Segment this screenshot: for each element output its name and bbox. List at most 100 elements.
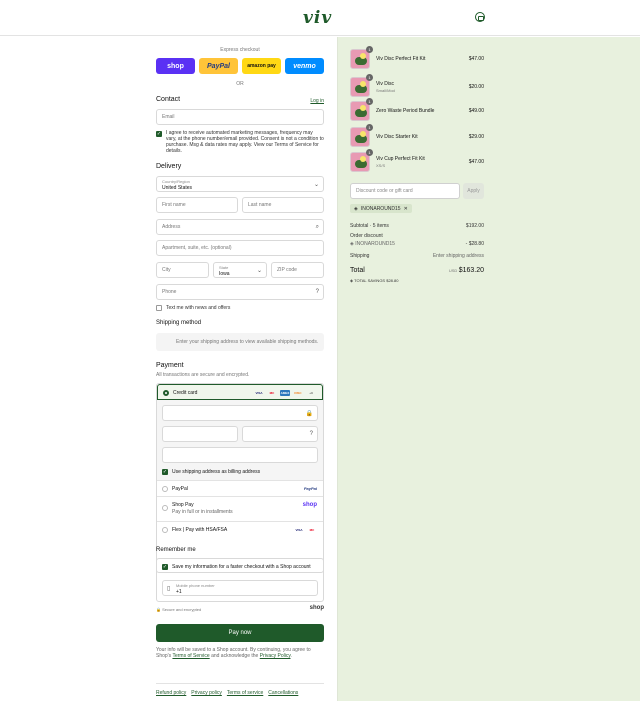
venmo-button[interactable]: venmo [285, 58, 324, 74]
legal-text: Your info will be saved to a Shop accoun… [156, 647, 324, 659]
phone-icon: ▯ [167, 586, 171, 592]
total-label: Total [350, 267, 365, 274]
flex-option[interactable]: Flex | Pay with HSA/FSA VISA MC [157, 521, 323, 537]
amazon-pay-button[interactable]: amazon pay [242, 58, 281, 74]
or-divider: OR [236, 81, 244, 87]
credit-card-option[interactable]: Credit card VISA MC AMEX DISC +3 [157, 384, 323, 400]
first-name-placeholder: First name [162, 202, 186, 208]
refund-policy-link[interactable]: Refund policy [156, 690, 186, 696]
line-item: 1 Viv Disc Starter Kit $29.00 [350, 124, 484, 149]
flex-label: Flex | Pay with HSA/FSA [172, 527, 228, 533]
shop-pay-label: Shop Pay [172, 502, 194, 508]
expiration-field[interactable] [162, 426, 238, 442]
total-value: $163.20 [458, 267, 484, 274]
country-select[interactable]: Country/Region United States ⌄ [156, 176, 324, 192]
legal-suffix: . [290, 653, 292, 659]
credit-card-label: Credit card [173, 390, 198, 396]
product-name: Viv Cup Perfect Fit Kit [376, 156, 425, 162]
terms-of-service-link[interactable]: Terms of Service [172, 653, 209, 659]
viv-logo[interactable]: viv [303, 8, 332, 28]
flex-radio[interactable] [162, 527, 168, 533]
paypal-option[interactable]: PayPal PayPal [157, 480, 323, 496]
product-variant: XS/S [376, 163, 386, 168]
visa-icon: VISA [255, 391, 263, 395]
mastercard-icon: MC [309, 528, 315, 532]
privacy-policy-footer-link[interactable]: Privacy policy [191, 690, 222, 696]
privacy-policy-link[interactable]: Privacy Policy [260, 653, 291, 659]
shipping-value: Enter shipping address [432, 253, 484, 259]
city-placeholder: City [162, 267, 171, 273]
order-discount-code: INONAROUND15 [355, 241, 395, 247]
paypal-label: PayPal [172, 486, 188, 492]
quantity-badge: 1 [366, 149, 373, 156]
discount-chip: ◈ INONAROUND15 ✕ [350, 204, 412, 213]
email-field[interactable]: Email [156, 109, 324, 125]
login-link[interactable]: Log in [310, 98, 324, 104]
last-name-field[interactable]: Last name [242, 197, 324, 213]
apartment-field[interactable]: Apartment, suite, etc. (optional) [156, 240, 324, 256]
card-number-field[interactable]: 🔒 [162, 405, 318, 421]
city-field[interactable]: City [156, 262, 209, 278]
marketing-consent-checkbox[interactable]: ✓ [156, 131, 162, 137]
text-me-checkbox[interactable] [156, 305, 162, 311]
line-item: 1 Viv Cup Perfect Fit Kit XS/S $47.00 [350, 149, 484, 174]
credit-card-form: 🔒 ? ✓ Use shipping address as billing ad… [157, 400, 323, 480]
shop-pay-option[interactable]: Shop Pay Pay in full or in installments … [157, 496, 323, 521]
currency-code: USD [448, 268, 458, 273]
express-wallets: shop PayPal amazon pay venmo [156, 58, 324, 74]
total-amount: USD $163.20 [449, 267, 484, 274]
address-field[interactable]: Address ⌕ [156, 219, 324, 235]
cancellations-link[interactable]: Cancellations [268, 690, 298, 696]
payment-subtitle: All transactions are secure and encrypte… [156, 372, 250, 378]
text-me-label: Text me with news and offers [166, 305, 231, 311]
shop-pay-radio[interactable] [162, 505, 168, 511]
security-code-field[interactable]: ? [242, 426, 318, 442]
header: viv [0, 0, 640, 36]
discount-chip-code: INONAROUND15 [360, 205, 401, 212]
mobile-phone-value: +1 [176, 589, 182, 595]
terms-of-service-footer-link[interactable]: Terms of service [227, 690, 263, 696]
discount-code-input[interactable]: Discount code or gift card [350, 183, 460, 199]
remember-me-title: Remember me [156, 547, 196, 553]
product-name: Viv Disc Starter Kit [376, 134, 418, 140]
credit-card-radio[interactable] [163, 390, 169, 396]
total-savings-label: TOTAL SAVINGS [354, 278, 386, 283]
paypal-button[interactable]: PayPal [199, 58, 238, 74]
mastercard-icon: MC [269, 391, 275, 395]
order-summary: 1 Viv Disc Perfect Fit Kit $47.00 1 Viv … [337, 37, 640, 701]
mobile-phone-label: Mobile phone number [176, 583, 215, 588]
mobile-phone-field[interactable]: ▯ Mobile phone number +1 [162, 580, 318, 596]
visa-icon: VISA [295, 528, 303, 532]
country-value: United States [162, 185, 193, 191]
first-name-field[interactable]: First name [156, 197, 238, 213]
quantity-badge: 1 [366, 46, 373, 53]
zip-field[interactable]: ZIP code [271, 262, 324, 278]
shipping-label: Shipping [350, 253, 370, 259]
delivery-title: Delivery [156, 163, 182, 170]
paypal-radio[interactable] [162, 486, 168, 492]
shop-pay-button[interactable]: shop [156, 58, 195, 74]
apartment-placeholder: Apartment, suite, etc. (optional) [162, 245, 232, 251]
help-icon[interactable]: ? [316, 289, 319, 295]
billing-same-label: Use shipping address as billing address [172, 469, 261, 475]
product-price: $47.00 [468, 159, 484, 165]
shipping-note: Enter your shipping address to view avai… [176, 339, 319, 345]
quantity-badge: 1 [366, 124, 373, 131]
flex-card-brands: VISA MC [294, 527, 317, 533]
save-info-checkbox[interactable]: ✓ [162, 564, 168, 570]
shipping-method-placeholder: Enter your shipping address to view avai… [156, 333, 324, 351]
billing-same-checkbox[interactable]: ✓ [162, 469, 168, 475]
discover-icon: DISC [294, 391, 302, 395]
apply-button[interactable]: Apply [463, 183, 484, 199]
paypal-logo: PayPal [303, 486, 317, 491]
pay-now-button[interactable]: Pay now [156, 624, 324, 642]
remove-discount-icon[interactable]: ✕ [404, 206, 408, 212]
bag-icon[interactable] [475, 12, 485, 22]
chevron-down-icon: ⌄ [256, 268, 262, 274]
name-on-card-field[interactable] [162, 447, 318, 463]
state-select[interactable]: State Iowa ⌄ [213, 262, 267, 278]
phone-field[interactable]: Phone ? [156, 284, 324, 300]
help-icon[interactable]: ? [310, 431, 313, 437]
product-name: Zero Waste Period Bundle [376, 108, 435, 114]
more-cards-badge: +3 [309, 391, 313, 395]
